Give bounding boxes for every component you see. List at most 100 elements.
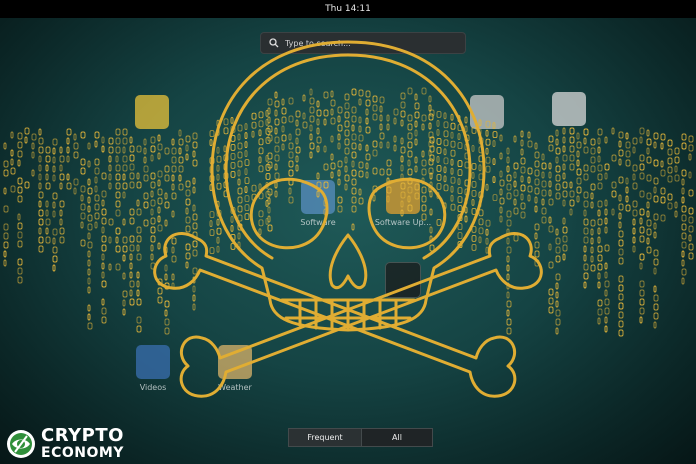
binary-digit bbox=[185, 225, 191, 233]
binary-digit bbox=[457, 142, 463, 150]
app-icon-speaker[interactable] bbox=[534, 92, 604, 126]
binary-digit bbox=[230, 233, 236, 241]
binary-digit bbox=[555, 129, 559, 137]
binary-digit bbox=[492, 131, 498, 139]
binary-digit bbox=[506, 246, 512, 254]
binary-digit bbox=[590, 219, 596, 227]
binary-digit bbox=[344, 147, 350, 155]
binary-digit bbox=[464, 188, 470, 196]
binary-digit bbox=[625, 150, 631, 158]
binary-digit bbox=[590, 165, 596, 173]
app-icon-software-update[interactable]: Software Up... bbox=[368, 180, 438, 227]
binary-digit bbox=[653, 321, 657, 329]
binary-digit bbox=[639, 163, 645, 171]
app-icon-videos[interactable]: Videos bbox=[118, 345, 188, 392]
app-icon-calculator[interactable] bbox=[117, 95, 187, 129]
binary-digit bbox=[209, 229, 215, 237]
search-input[interactable] bbox=[283, 37, 457, 49]
binary-digit bbox=[244, 123, 248, 131]
search-box[interactable] bbox=[260, 32, 466, 54]
binary-digit bbox=[414, 156, 418, 164]
binary-digit bbox=[101, 235, 107, 243]
binary-digit bbox=[129, 163, 135, 171]
binary-digit bbox=[171, 273, 175, 281]
binary-digit bbox=[604, 262, 608, 270]
binary-digit bbox=[24, 127, 30, 135]
binary-digit bbox=[150, 226, 156, 234]
binary-digit bbox=[358, 170, 364, 178]
binary-digit bbox=[653, 294, 659, 302]
binary-digit bbox=[639, 154, 645, 162]
binary-digit bbox=[216, 218, 220, 226]
binary-digit bbox=[150, 244, 154, 252]
binary-digit bbox=[548, 225, 554, 233]
clock[interactable]: Thu 14:11 bbox=[325, 4, 371, 14]
app-icon-camera[interactable] bbox=[452, 95, 522, 129]
tab-frequent[interactable]: Frequent bbox=[288, 428, 362, 447]
binary-digit bbox=[428, 131, 434, 139]
binary-digit bbox=[265, 190, 271, 198]
binary-digit bbox=[688, 207, 694, 215]
app-icon-weather[interactable]: Weather bbox=[200, 345, 270, 392]
binary-digit bbox=[267, 98, 273, 106]
binary-digit bbox=[457, 214, 463, 222]
binary-digit bbox=[457, 160, 463, 168]
tab-all[interactable]: All bbox=[362, 428, 433, 447]
binary-digit bbox=[274, 118, 280, 126]
binary-digit bbox=[457, 187, 463, 195]
binary-digit bbox=[178, 174, 182, 182]
binary-digit bbox=[38, 227, 42, 235]
binary-digit bbox=[3, 223, 9, 231]
binary-digit bbox=[688, 234, 692, 242]
binary-digit bbox=[625, 159, 631, 167]
app-icon-terminal[interactable] bbox=[368, 262, 438, 298]
binary-digit bbox=[150, 199, 156, 207]
binary-digit bbox=[38, 218, 44, 226]
binary-digit bbox=[443, 130, 449, 138]
binary-digit bbox=[185, 180, 191, 188]
binary-digit bbox=[478, 128, 482, 136]
binary-digit bbox=[506, 219, 512, 227]
binary-digit bbox=[457, 133, 461, 141]
binary-digit bbox=[506, 210, 512, 218]
speaker-icon bbox=[552, 92, 586, 126]
binary-digit bbox=[555, 147, 561, 155]
binary-digit bbox=[265, 217, 269, 225]
binary-digit bbox=[618, 275, 624, 283]
binary-digit bbox=[122, 146, 126, 154]
binary-digit bbox=[3, 142, 7, 150]
binary-digit bbox=[485, 228, 489, 236]
binary-digit bbox=[185, 252, 191, 260]
binary-digit bbox=[17, 195, 23, 203]
binary-digit bbox=[157, 134, 161, 142]
binary-digit bbox=[171, 282, 175, 290]
binary-digit bbox=[548, 135, 554, 143]
binary-digit bbox=[365, 162, 369, 170]
app-icon-software[interactable]: Software bbox=[283, 180, 353, 227]
binary-digit bbox=[653, 249, 659, 257]
binary-digit bbox=[646, 201, 650, 209]
binary-digit bbox=[653, 186, 657, 194]
binary-digit bbox=[688, 216, 694, 224]
binary-digit bbox=[618, 329, 624, 337]
binary-digit bbox=[309, 88, 313, 96]
binary-digit bbox=[295, 137, 299, 145]
binary-digit bbox=[541, 171, 545, 179]
binary-digit bbox=[674, 210, 678, 218]
binary-digit bbox=[393, 117, 397, 125]
binary-digit bbox=[258, 129, 262, 137]
binary-digit bbox=[471, 198, 475, 206]
binary-digit bbox=[330, 135, 334, 143]
binary-digit bbox=[178, 138, 184, 146]
binary-digit bbox=[653, 285, 657, 293]
binary-digit bbox=[555, 156, 559, 164]
binary-digit bbox=[45, 236, 51, 244]
binary-digit bbox=[108, 155, 112, 163]
binary-digit bbox=[632, 164, 638, 172]
binary-digit bbox=[216, 200, 220, 208]
weather-icon bbox=[218, 345, 252, 379]
binary-digit bbox=[478, 155, 484, 163]
binary-digit bbox=[400, 92, 406, 100]
binary-digit bbox=[583, 254, 587, 262]
binary-digit bbox=[597, 164, 603, 172]
